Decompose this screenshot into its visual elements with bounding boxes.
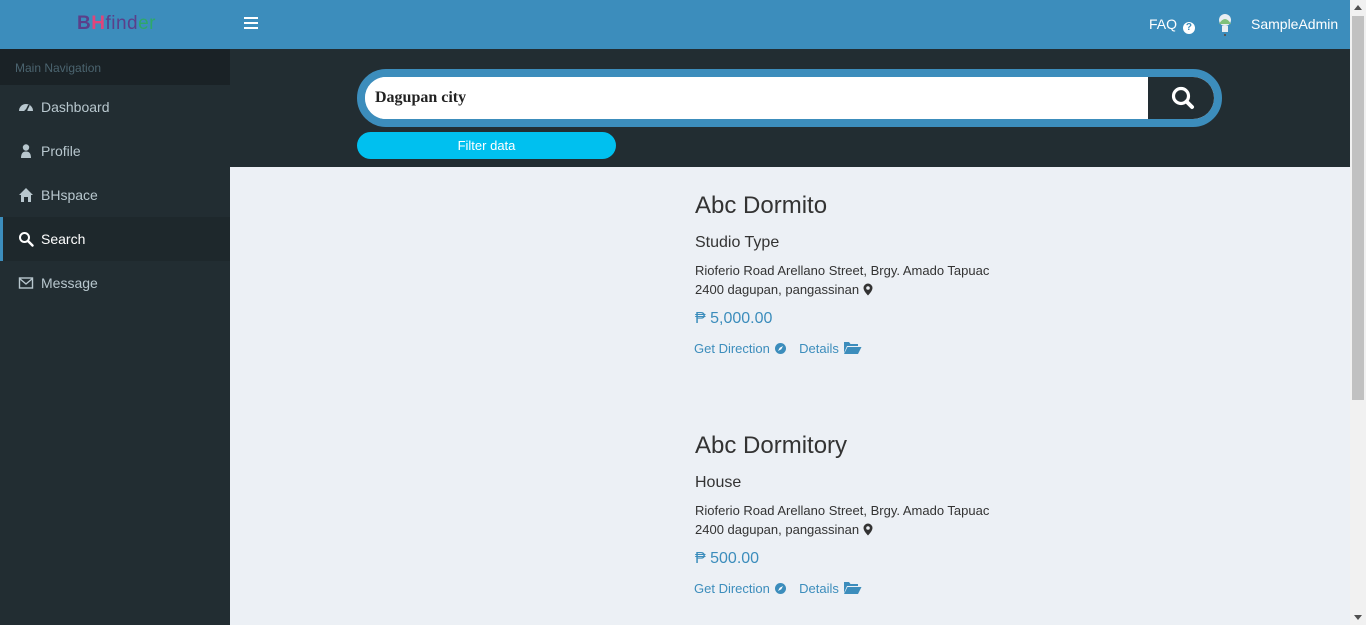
get-direction-link[interactable]: Get Direction xyxy=(694,581,787,596)
listing-address: Rioferio Road Arellano Street, Brgy. Ama… xyxy=(695,501,1095,539)
listing-card: Abc Dormitory House Rioferio Road Arella… xyxy=(694,432,1095,596)
compass-icon xyxy=(774,343,786,354)
user-name[interactable]: SampleAdmin xyxy=(1251,16,1338,32)
listing-actions: Get Direction Details xyxy=(694,581,1095,596)
sidebar-item-label: Message xyxy=(41,275,98,291)
sidebar-item-search[interactable]: Search xyxy=(0,217,230,261)
avatar[interactable] xyxy=(1215,12,1235,37)
sidebar-item-bhspace[interactable]: BHspace xyxy=(0,173,230,217)
get-direction-link[interactable]: Get Direction xyxy=(694,341,787,356)
logo-text: BHfinder xyxy=(77,13,157,34)
details-link[interactable]: Details xyxy=(799,341,861,356)
scroll-up-arrow-icon[interactable] xyxy=(1354,5,1362,10)
search-panel: Filter data xyxy=(230,49,1350,167)
sidebar-item-label: Search xyxy=(41,231,86,247)
folder-open-icon xyxy=(843,582,861,594)
map-marker-icon xyxy=(863,523,873,536)
details-link[interactable]: Details xyxy=(799,581,861,596)
filter-data-button[interactable]: Filter data xyxy=(357,132,616,159)
folder-open-icon xyxy=(843,342,861,354)
faq-label: FAQ xyxy=(1149,16,1178,32)
search-box xyxy=(357,69,1222,127)
compass-icon xyxy=(774,583,786,594)
address-line-1: Rioferio Road Arellano Street, Brgy. Ama… xyxy=(695,503,990,518)
listing-actions: Get Direction Details xyxy=(694,341,1095,356)
search-button[interactable] xyxy=(1148,77,1214,119)
listing-card: Abc Dormito Studio Type Rioferio Road Ar… xyxy=(694,192,1095,356)
nav-header: Main Navigation xyxy=(0,49,230,85)
listing-type: Studio Type xyxy=(695,234,780,251)
listing-title: Abc Dormito xyxy=(695,192,828,219)
search-input[interactable] xyxy=(365,77,1148,119)
user-icon xyxy=(18,143,34,159)
logo[interactable]: BHfinder xyxy=(0,0,230,49)
sidebar-item-profile[interactable]: Profile xyxy=(0,129,230,173)
sidebar-item-dashboard[interactable]: Dashboard xyxy=(0,85,230,129)
listing-type: House xyxy=(695,474,742,491)
address-line-2: 2400 dagupan, pangassinan xyxy=(695,522,860,537)
sidebar-item-label: Profile xyxy=(41,143,81,159)
address-line-1: Rioferio Road Arellano Street, Brgy. Ama… xyxy=(695,263,990,278)
scroll-thumb[interactable] xyxy=(1352,16,1364,400)
map-marker-icon xyxy=(863,283,873,296)
search-icon xyxy=(1171,86,1194,109)
sidebar-item-message[interactable]: Message xyxy=(0,261,230,305)
top-navbar: BHfinder FAQ ? SampleAdmin xyxy=(0,0,1350,49)
listing-address: Rioferio Road Arellano Street, Brgy. Ama… xyxy=(695,261,1095,299)
envelope-icon xyxy=(18,275,34,291)
listing-price: ₱ 5,000.00 xyxy=(695,310,773,327)
sidebar-item-label: Dashboard xyxy=(41,99,110,115)
faq-link[interactable]: FAQ ? xyxy=(1149,16,1195,34)
address-line-2: 2400 dagupan, pangassinan xyxy=(695,282,860,297)
listing-title: Abc Dormitory xyxy=(695,432,848,459)
listing-price: ₱ 500.00 xyxy=(695,550,760,567)
search-icon xyxy=(18,231,34,247)
sidebar: Main Navigation Dashboard Profile BHspac… xyxy=(0,49,230,625)
sidebar-item-label: BHspace xyxy=(41,187,98,203)
home-icon xyxy=(18,187,34,203)
dashboard-icon xyxy=(18,99,34,115)
sidebar-toggle-menu-icon[interactable] xyxy=(244,17,258,29)
page-scrollbar[interactable] xyxy=(1350,0,1366,625)
question-circle-icon: ? xyxy=(1182,22,1195,34)
scroll-down-arrow-icon[interactable] xyxy=(1354,615,1362,620)
